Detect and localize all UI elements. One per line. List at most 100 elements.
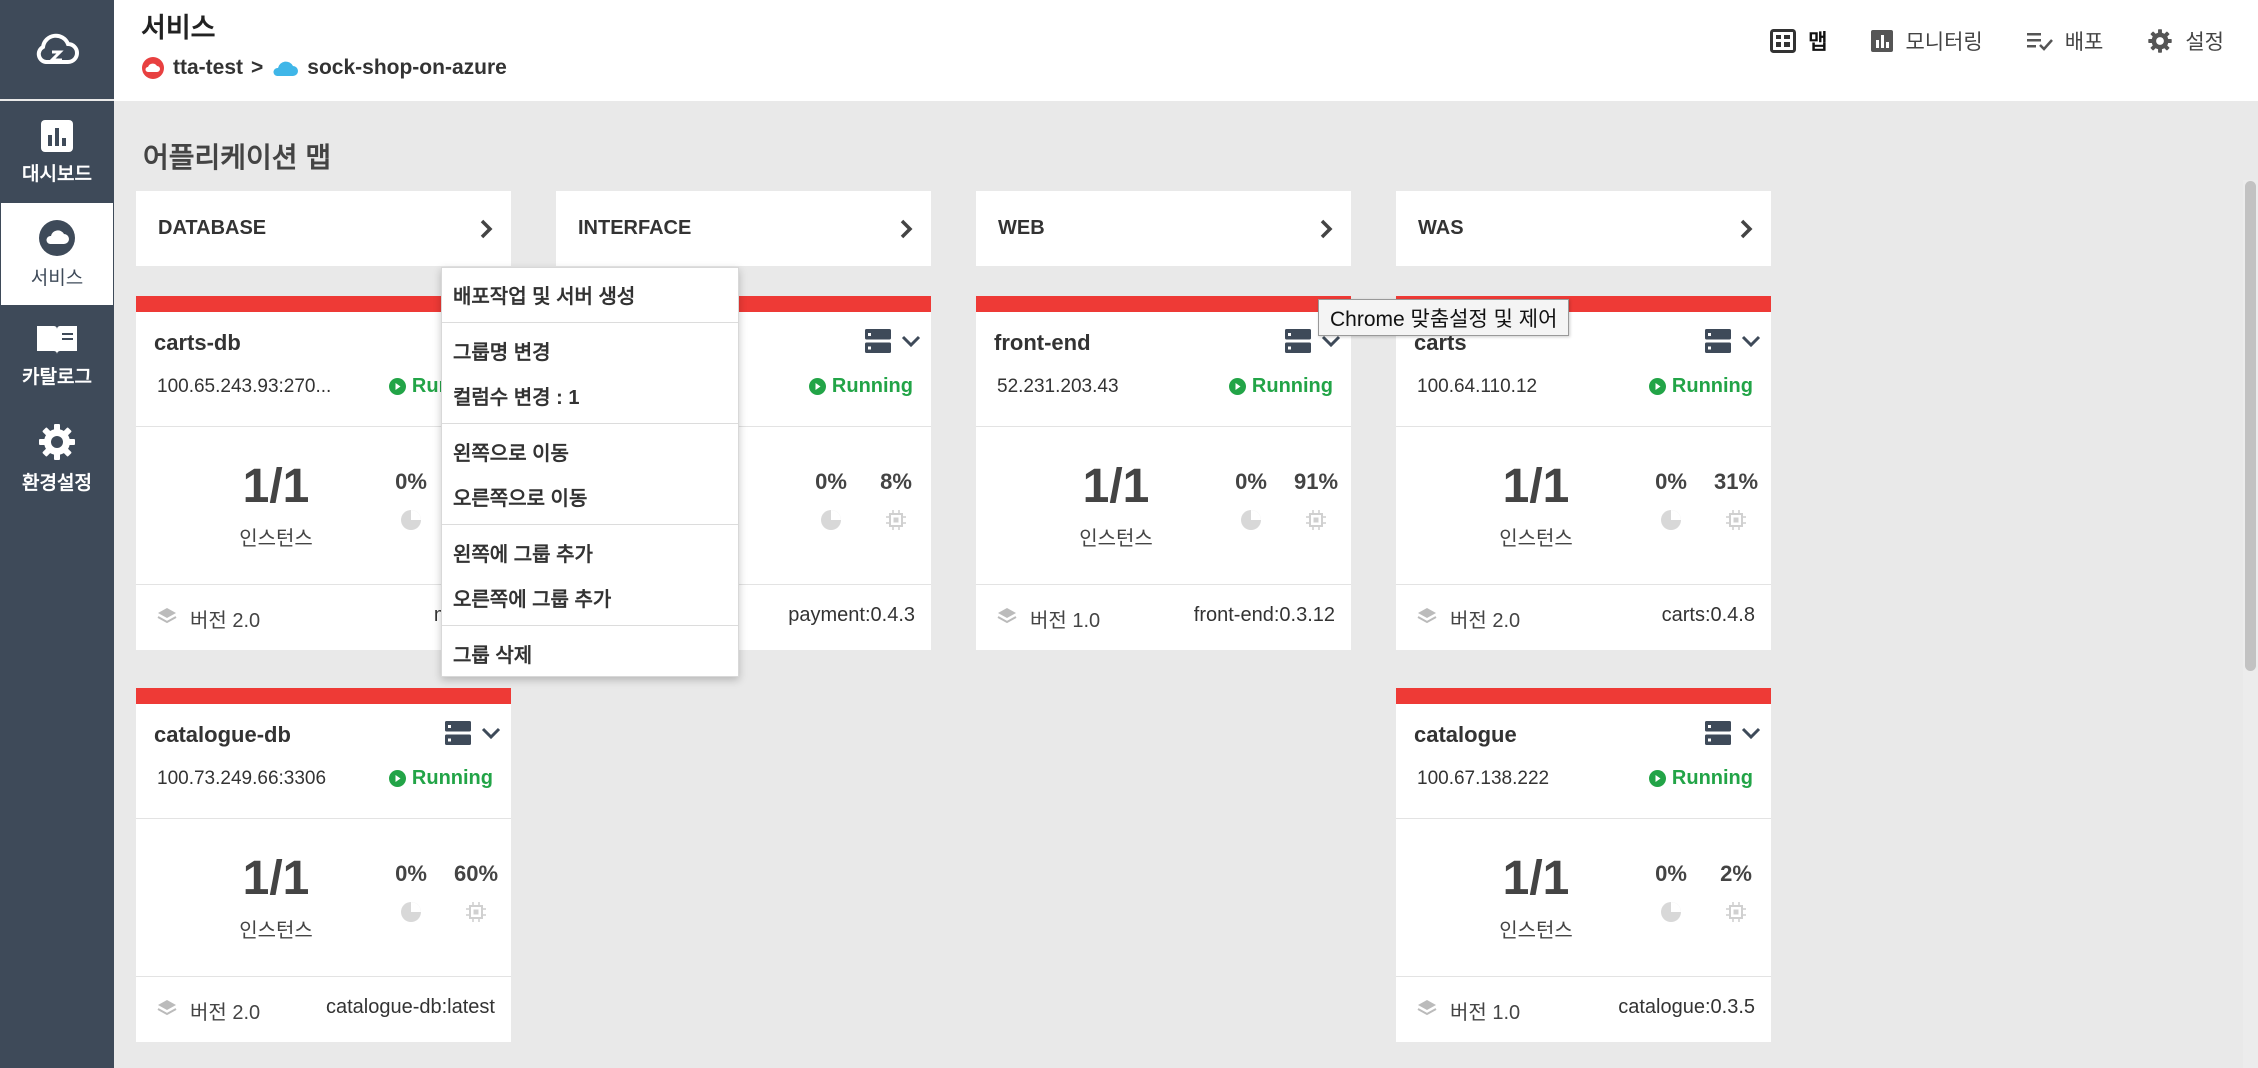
service-card-catalogue[interactable]: catalogue 100.67.138.222 Running 1/1 인스턴… — [1396, 688, 1771, 1042]
header-nav: 맵 모니터링 배포 설정 — [1770, 26, 2224, 56]
instances-value: 1/1 — [242, 460, 310, 513]
card-ip: 100.64.110.12 — [1417, 376, 1538, 397]
server-icon — [1705, 721, 1731, 745]
tab-map[interactable]: 맵 — [1770, 26, 1827, 56]
chevron-right-icon — [1740, 219, 1753, 238]
menu-item-add-group-left[interactable]: 왼쪽에 그룹 추가 — [442, 530, 738, 575]
tab-label: 설정 — [2185, 31, 2224, 54]
server-icon — [1285, 329, 1311, 353]
group-header-was[interactable]: WAS — [1396, 191, 1771, 266]
gear-icon — [39, 423, 75, 460]
status-text: Running — [831, 375, 913, 397]
version-label: 버전 1.0 — [1450, 1002, 1521, 1024]
group-context-menu: 배포작업 및 서버 생성 그룹명 변경 컬럼수 변경 : 1 왼쪽으로 이동 오… — [441, 267, 739, 677]
status-badge: Running — [1228, 375, 1333, 398]
chip-icon — [1726, 902, 1746, 922]
chevron-down-icon[interactable] — [901, 334, 921, 348]
cloud-icon — [39, 219, 75, 256]
play-circle-icon — [1648, 770, 1666, 787]
cpu-value: 0% — [395, 861, 427, 886]
play-circle-icon — [1228, 378, 1246, 395]
chevron-down-icon[interactable] — [1741, 334, 1761, 348]
group-name: WAS — [1418, 217, 1464, 239]
sidebar-item-dashboard[interactable]: 대시보드 — [0, 101, 114, 203]
deploy-list-icon — [2026, 33, 2053, 51]
version-label: 버전 2.0 — [1450, 610, 1521, 632]
layers-icon — [997, 608, 1017, 624]
menu-item-delete-group[interactable]: 그룹 삭제 — [442, 631, 738, 676]
service-card-carts[interactable]: carts 100.64.110.12 Running 1/1 인스턴스 0% … — [1396, 296, 1771, 650]
server-icon — [1705, 329, 1731, 353]
image-label: carts:0.4.8 — [1661, 604, 1755, 626]
menu-item-move-right[interactable]: 오른쪽으로 이동 — [442, 474, 738, 519]
service-card-front-end[interactable]: front-end 52.231.203.43 Running 1/1 인스턴스… — [976, 296, 1351, 650]
chevron-right-icon — [1320, 219, 1333, 238]
instances-label: 인스턴스 — [239, 920, 313, 942]
sidebar-item-service[interactable]: 서비스 — [1, 203, 113, 305]
instances-value: 1/1 — [1502, 460, 1570, 513]
mem-value: 8% — [880, 469, 912, 494]
pie-icon — [401, 510, 421, 530]
card-ip: 100.65.243.93:270... — [157, 376, 332, 397]
menu-item-create-deploy[interactable]: 배포작업 및 서버 생성 — [442, 272, 738, 317]
chevron-down-icon[interactable] — [1321, 334, 1341, 348]
tab-monitoring[interactable]: 모니터링 — [1871, 26, 1983, 56]
sidebar-item-settings[interactable]: 환경설정 — [0, 407, 114, 509]
section-title: 어플리케이션 맵 — [143, 142, 332, 173]
group-header-web[interactable]: WEB — [976, 191, 1351, 266]
sidebar-item-label: 서비스 — [30, 267, 84, 289]
menu-divider — [442, 322, 738, 323]
group-header-interface[interactable]: INTERFACE — [556, 191, 931, 266]
instances-label: 인스턴스 — [1079, 528, 1153, 550]
sidebar-item-catalog[interactable]: 카탈로그 — [0, 305, 114, 407]
chip-icon — [886, 510, 906, 530]
cpu-value: 0% — [1655, 861, 1687, 886]
status-text: Running — [1671, 375, 1753, 397]
chevron-right-icon — [900, 219, 913, 238]
cpu-value: 0% — [1235, 469, 1267, 494]
group-header-database[interactable]: DATABASE — [136, 191, 511, 266]
tab-label: 배포 — [2064, 31, 2104, 54]
card-actions — [1705, 329, 1761, 353]
menu-item-add-group-right[interactable]: 오른쪽에 그룹 추가 — [442, 575, 738, 620]
play-circle-icon — [1648, 378, 1666, 395]
tab-deploy[interactable]: 배포 — [2026, 26, 2104, 56]
play-circle-icon — [388, 770, 406, 787]
breadcrumb-cluster[interactable]: tta-test — [173, 56, 243, 80]
instances-label: 인스턴스 — [1499, 528, 1573, 550]
menu-item-change-columns[interactable]: 컬럼수 변경 : 1 — [442, 373, 738, 418]
card-ip: 100.67.138.222 — [1417, 768, 1550, 789]
card-name: carts-db — [154, 330, 241, 355]
instances-value: 1/1 — [1502, 852, 1570, 905]
cpu-value: 0% — [395, 469, 427, 494]
mem-value: 60% — [453, 861, 499, 886]
pie-icon — [1661, 902, 1681, 922]
card-ip: 100.73.249.66:3306 — [157, 768, 327, 789]
bar-chart-icon — [41, 119, 73, 152]
chevron-down-icon[interactable] — [481, 726, 501, 740]
sidebar: 대시보드 서비스 카탈로그 환경설정 — [0, 0, 114, 1068]
menu-item-rename-group[interactable]: 그룹명 변경 — [442, 328, 738, 373]
chip-icon — [1306, 510, 1326, 530]
azure-cloud-icon — [273, 61, 299, 76]
image-label: payment:0.4.3 — [788, 604, 915, 626]
chevron-down-icon[interactable] — [1741, 726, 1761, 740]
breadcrumb-service[interactable]: sock-shop-on-azure — [307, 56, 507, 80]
scrollbar-thumb[interactable] — [2245, 181, 2256, 671]
menu-item-move-left[interactable]: 왼쪽으로 이동 — [442, 429, 738, 474]
pie-icon — [1661, 510, 1681, 530]
version-label: 버전 2.0 — [190, 610, 261, 632]
mem-value: 31% — [1713, 469, 1759, 494]
service-card-catalogue-db[interactable]: catalogue-db 100.73.249.66:3306 Running … — [136, 688, 511, 1042]
chart-icon — [1871, 30, 1894, 52]
tab-settings[interactable]: 설정 — [2147, 26, 2224, 56]
image-label: front-end:0.3.12 — [1193, 604, 1335, 626]
chip-icon — [1726, 510, 1746, 530]
app-logo[interactable] — [0, 0, 114, 101]
status-text: Running — [1251, 375, 1333, 397]
layers-icon — [157, 608, 177, 624]
menu-divider — [442, 524, 738, 525]
image-label: catalogue:0.3.5 — [1618, 996, 1755, 1018]
map-icon — [1770, 29, 1797, 53]
tab-label: 모니터링 — [1905, 31, 1983, 54]
